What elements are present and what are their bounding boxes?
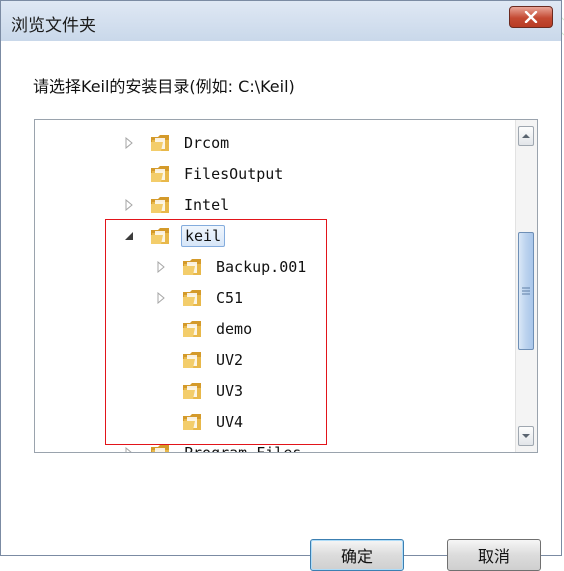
title-bar[interactable]: 浏览文件夹: [1, 1, 561, 41]
scroll-up-arrow-icon: [522, 134, 530, 138]
folder-icon: [183, 352, 201, 368]
tree-item-label: C51: [216, 289, 244, 307]
expand-arrow-icon[interactable]: [155, 261, 167, 273]
expander-placeholder: [155, 416, 167, 428]
scroll-up-button[interactable]: [518, 126, 534, 146]
tree-item[interactable]: Intel: [123, 190, 232, 220]
scroll-down-button[interactable]: [518, 426, 534, 446]
tree-item-label: FilesOutput: [184, 165, 284, 183]
expander-placeholder: [155, 385, 167, 397]
tree-item-label: keil: [181, 225, 226, 247]
tree-item[interactable]: demo: [155, 314, 255, 344]
grip-icon: [522, 287, 530, 295]
browse-folder-dialog: 浏览文件夹 请选择Keil的安装目录(例如: C:\Keil) Drcom Fil…: [0, 0, 562, 571]
ok-button[interactable]: 确定: [310, 539, 404, 571]
folder-icon: [151, 228, 169, 244]
tree-item-label: UV2: [216, 351, 244, 369]
tree-item[interactable]: Program Files: [123, 438, 304, 453]
tree-item-label: demo: [216, 320, 253, 338]
folder-icon: [151, 445, 169, 452]
tree-item-label: Intel: [184, 196, 230, 214]
tree-item[interactable]: Drcom: [123, 128, 232, 158]
folder-icon: [183, 290, 201, 306]
folder-icon: [183, 383, 201, 399]
tree-item[interactable]: keil: [123, 221, 226, 251]
scroll-down-arrow-icon: [522, 434, 530, 438]
expander-placeholder: [123, 168, 135, 180]
expand-arrow-icon[interactable]: [123, 447, 135, 453]
expander-placeholder: [155, 354, 167, 366]
dialog-client-area: 请选择Keil的安装目录(例如: C:\Keil) Drcom FilesOutp…: [1, 41, 561, 571]
folder-icon: [183, 414, 201, 430]
expand-arrow-icon[interactable]: [155, 292, 167, 304]
folder-tree[interactable]: Drcom FilesOutput Intel keil Backup.001 C51 de…: [34, 119, 538, 453]
tree-item-label: Program Files: [184, 444, 302, 453]
expand-arrow-icon[interactable]: [123, 199, 135, 211]
close-x-icon: [524, 11, 538, 23]
prompt-text: 请选择Keil的安装目录(例如: C:\Keil): [33, 77, 295, 96]
close-button[interactable]: [509, 6, 553, 28]
folder-icon: [183, 259, 201, 275]
cancel-button[interactable]: 取消: [447, 539, 541, 571]
tree-item-label: UV3: [216, 382, 244, 400]
tree-item[interactable]: C51: [155, 283, 246, 313]
tree-item-label: UV4: [216, 413, 244, 431]
folder-icon: [151, 135, 169, 151]
expander-placeholder: [155, 323, 167, 335]
tree-item-label: Drcom: [184, 134, 230, 152]
collapse-arrow-icon[interactable]: [123, 230, 135, 242]
folder-icon: [183, 321, 201, 337]
tree-item[interactable]: UV3: [155, 376, 246, 406]
folder-icon: [151, 197, 169, 213]
expand-arrow-icon[interactable]: [123, 137, 135, 149]
folder-icon: [151, 166, 169, 182]
vertical-scrollbar[interactable]: [515, 120, 537, 452]
tree-item[interactable]: UV2: [155, 345, 246, 375]
tree-item[interactable]: FilesOutput: [123, 159, 286, 189]
window-title: 浏览文件夹: [11, 16, 96, 36]
tree-item[interactable]: UV4: [155, 407, 246, 437]
tree-item-label: Backup.001: [216, 258, 307, 276]
scroll-thumb[interactable]: [518, 232, 534, 350]
tree-item[interactable]: Backup.001: [155, 252, 309, 282]
